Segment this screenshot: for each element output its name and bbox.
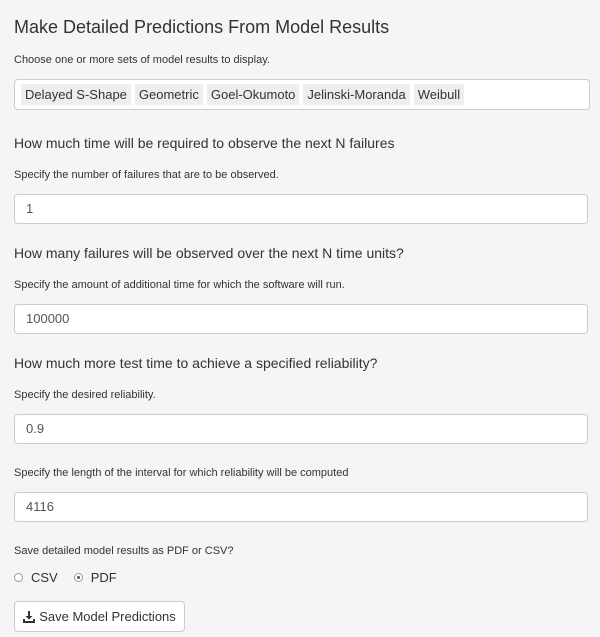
download-icon <box>23 610 36 623</box>
csv-radio-label[interactable]: CSV <box>31 570 58 585</box>
pdf-radio[interactable] <box>73 573 83 582</box>
reliability-help-text: Specify the desired reliability. <box>14 389 156 401</box>
save-button-label: Save Model Predictions <box>39 609 176 624</box>
model-chip[interactable]: Geometric <box>134 84 203 105</box>
predictions-panel: Make Detailed Predictions From Model Res… <box>0 0 600 637</box>
model-chip[interactable]: Goel-Okumoto <box>206 84 300 105</box>
failures-help-text: Specify the number of failures that are … <box>14 169 279 181</box>
save-model-predictions-button[interactable]: Save Model Predictions <box>14 601 185 632</box>
models-help-text: Choose one or more sets of model results… <box>14 54 270 66</box>
model-chip[interactable]: Weibull <box>413 84 465 105</box>
model-chip[interactable]: Delayed S-Shape <box>21 84 131 105</box>
model-chip[interactable]: Jelinski-Moranda <box>303 84 410 105</box>
save-format-radio-group: CSV PDF <box>14 570 133 585</box>
additional-time-input[interactable]: 100000 <box>14 304 588 334</box>
page-title: Make Detailed Predictions From Model Res… <box>14 17 390 37</box>
reliability-heading: How much more test time to achieve a spe… <box>14 355 378 371</box>
interval-help-text: Specify the length of the interval for w… <box>14 467 349 479</box>
save-format-help-text: Save detailed model results as PDF or CS… <box>14 545 234 557</box>
desired-reliability-input[interactable]: 0.9 <box>14 414 588 444</box>
time-units-help-text: Specify the amount of additional time fo… <box>14 279 345 291</box>
csv-radio[interactable] <box>14 573 23 582</box>
model-results-select[interactable]: Delayed S-Shape Geometric Goel-Okumoto J… <box>14 79 590 110</box>
failures-heading: How much time will be required to observ… <box>14 135 395 151</box>
time-units-heading: How many failures will be observed over … <box>14 245 404 261</box>
interval-length-input[interactable]: 4116 <box>14 492 588 522</box>
pdf-radio-label[interactable]: PDF <box>91 570 117 585</box>
failures-count-input[interactable]: 1 <box>14 194 588 224</box>
